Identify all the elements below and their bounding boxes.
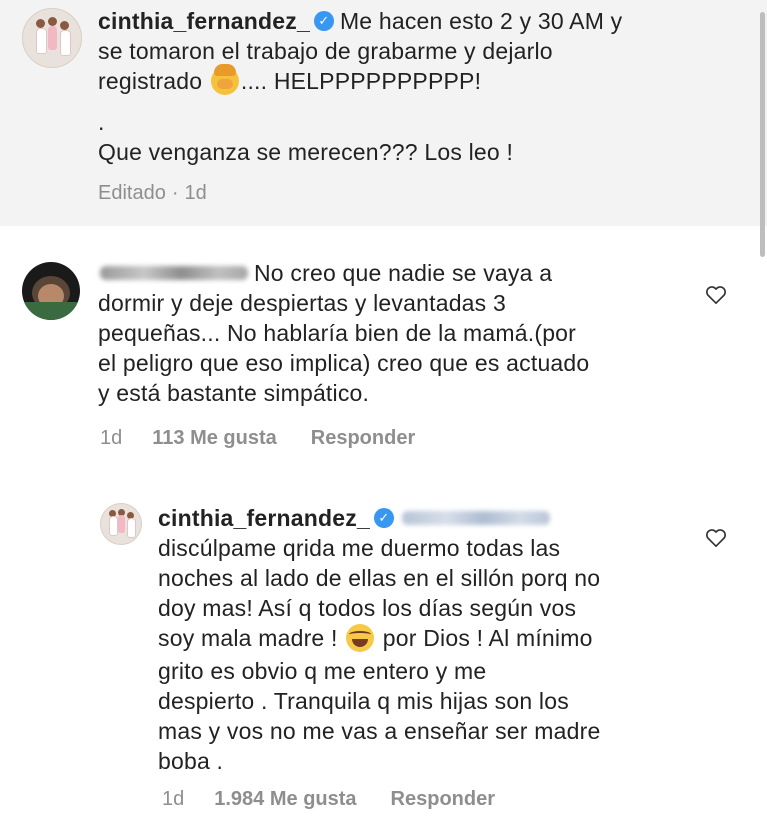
- comment-meta: 1d 113 Me gusta Responder: [100, 427, 441, 450]
- caption-line-3b: .... HELPPPPPPPPPP!: [240, 68, 482, 94]
- reply-time: 1d: [162, 788, 185, 810]
- comment-likes[interactable]: 113 Me gusta: [152, 427, 277, 449]
- reply-reply-button[interactable]: Responder: [391, 788, 495, 810]
- comment-line-1: No creo que nadie se vaya a: [254, 260, 553, 286]
- caption-text: cinthia_fernandez_ ✓ Me hacen esto 2 y 30 …: [98, 6, 758, 167]
- facepalm-emoji-icon: [210, 63, 239, 95]
- reply-text: cinthia_fernandez_ ✓ discúlpame qrida me …: [158, 503, 698, 776]
- verified-badge-icon: ✓: [313, 11, 334, 32]
- caption-line-2: se tomaron el trabajo de grabarme y deja…: [98, 38, 553, 64]
- comment-line-4: el peligro que eso implica) creo que es …: [98, 350, 590, 376]
- reply-meta: 1d 1.984 Me gusta Responder: [162, 788, 521, 811]
- caption-line-5: Que venganza se merecen??? Los leo !: [98, 138, 514, 165]
- comment-reply-button[interactable]: Responder: [311, 427, 415, 449]
- reply-line-5: grito es obvio q me entero y me: [158, 657, 487, 684]
- reply-username[interactable]: cinthia_fernandez_: [158, 505, 370, 531]
- avatar[interactable]: [22, 8, 82, 68]
- heart-icon[interactable]: [705, 285, 727, 305]
- laughing-tears-emoji-icon: [346, 623, 375, 652]
- comment-line-3: pequeñas... No hablaría bien de la mamá.…: [98, 320, 577, 346]
- scrollbar[interactable]: [760, 12, 765, 257]
- meta-separator: ·: [171, 182, 179, 204]
- comment-time: 1d: [100, 427, 123, 449]
- reply-line-4b: por Dios ! Al mínimo: [382, 625, 593, 651]
- edited-label: Editado: [98, 182, 166, 204]
- comment-line-2: dormir y deje despiertas y levantadas 3: [98, 290, 506, 316]
- comment-line-5: y está bastante simpático.: [98, 380, 370, 406]
- reply-avatar[interactable]: [100, 503, 142, 545]
- reply-line-1: discúlpame qrida me duermo todas las: [158, 535, 561, 561]
- reply-likes[interactable]: 1.984 Me gusta: [214, 788, 356, 810]
- blurred-username[interactable]: [100, 265, 248, 280]
- heart-icon[interactable]: [705, 528, 727, 548]
- reply-line-3: doy mas! Así q todos los días según vos: [158, 595, 577, 621]
- reply-line-6: despierto . Tranquila q mis hijas son lo…: [158, 687, 569, 714]
- username[interactable]: cinthia_fernandez_: [98, 8, 310, 34]
- caption-line-4: .: [98, 108, 105, 135]
- caption-time: 1d: [184, 182, 207, 204]
- comment-text: No creo que nadie se vaya a dormir y dej…: [98, 258, 698, 408]
- reply-line-4a: soy mala madre !: [158, 625, 338, 651]
- reply-line-7: mas y vos no me vas a enseñar ser madre: [158, 717, 601, 744]
- reply-line-8: boba .: [158, 747, 224, 774]
- verified-badge-icon: ✓: [373, 508, 394, 529]
- caption-line-1: Me hacen esto 2 y 30 AM y: [339, 8, 623, 34]
- blurred-mention[interactable]: [401, 510, 550, 525]
- commenter-avatar[interactable]: [22, 262, 80, 320]
- caption-meta: Editado · 1d: [98, 182, 233, 205]
- reply-line-2: noches al lado de ellas en el sillón por…: [158, 565, 601, 591]
- caption-line-3a: registrado: [98, 68, 203, 94]
